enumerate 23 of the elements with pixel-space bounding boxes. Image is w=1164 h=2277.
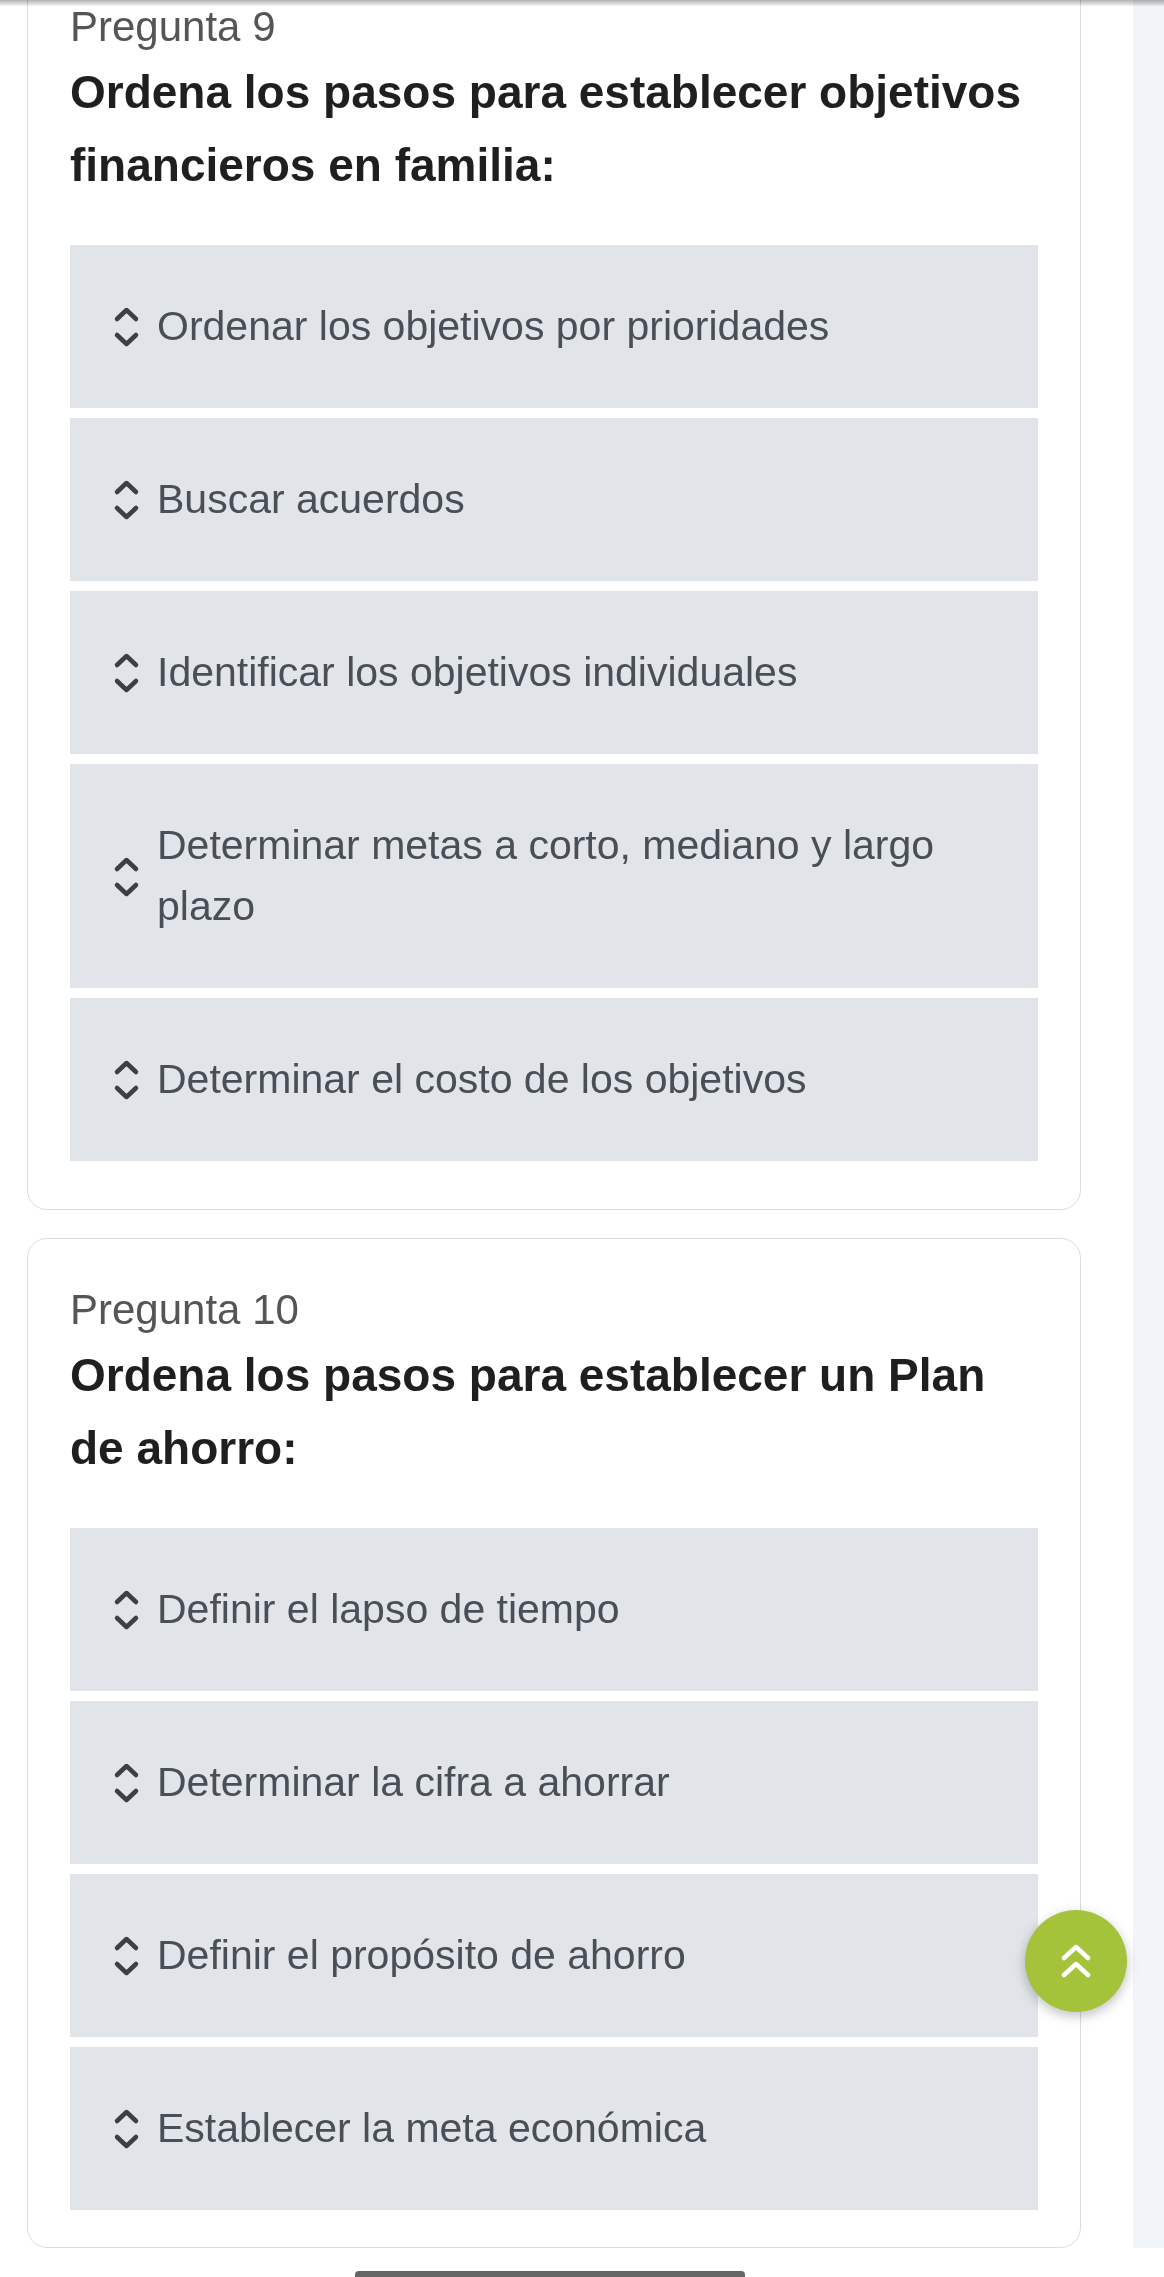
up-down-chevron-icon	[113, 1934, 140, 1977]
up-down-chevron-icon	[113, 1761, 140, 1804]
sortable-step-item[interactable]: Identificar los objetivos individuales	[70, 591, 1038, 754]
sortable-step-item[interactable]: Ordenar los objetivos por prioridades	[70, 245, 1038, 408]
question-number: Pregunta 10	[70, 1289, 299, 1331]
up-down-chevron-icon	[113, 651, 140, 694]
sortable-step-item[interactable]: Establecer la meta económica	[70, 2047, 1038, 2210]
up-down-chevron-icon	[113, 1058, 140, 1101]
scroll-thumb[interactable]	[355, 2271, 745, 2277]
sortable-step-item[interactable]: Determinar metas a corto, mediano y largo plazo	[70, 764, 1038, 988]
sortable-step-item[interactable]: Buscar acuerdos	[70, 418, 1038, 581]
question-number: Pregunta 9	[70, 6, 276, 48]
question-prompt: Ordena los pasos para establecer un Plan de ahorro:	[70, 1348, 987, 1476]
up-down-chevron-icon	[113, 305, 140, 348]
double-chevron-up-icon	[1061, 1943, 1091, 1979]
sortable-step-item[interactable]: Determinar el costo de los objetivos	[70, 998, 1038, 1161]
sortable-step-item[interactable]: Definir el propósito de ahorro	[70, 1874, 1038, 2037]
sortable-step-item[interactable]: Determinar la cifra a ahorrar	[70, 1701, 1038, 1864]
question-prompt: Ordena los pasos para establecer objetivos financieros en familia:	[70, 65, 1023, 193]
up-down-chevron-icon	[113, 478, 140, 521]
sortable-step-item[interactable]: Definir el lapso de tiempo	[70, 1528, 1038, 1691]
up-down-chevron-icon	[113, 2107, 140, 2150]
up-down-chevron-icon	[113, 1588, 140, 1631]
